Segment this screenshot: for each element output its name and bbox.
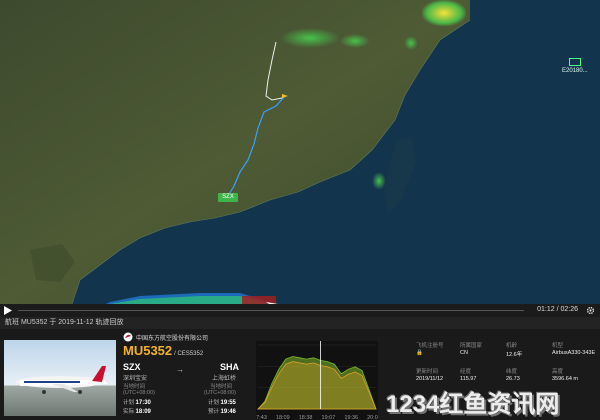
origin-actual-time: 18:09	[135, 409, 151, 415]
other-aircraft-label: E20180...	[562, 68, 588, 74]
aircraft-box-icon	[568, 58, 581, 66]
info-model-value: AirbusA330-343E	[552, 350, 596, 356]
playback-track[interactable]	[18, 310, 524, 311]
route-arrow: →	[176, 365, 184, 374]
origin-sched-label: 计划	[123, 400, 135, 406]
info-alt-label: 高度	[552, 369, 564, 375]
dest-local-label: 当地时间	[210, 384, 233, 390]
info-country-label: 所属国家	[460, 343, 483, 349]
play-icon[interactable]	[4, 306, 12, 315]
radar-cell	[340, 34, 370, 48]
info-lon: 经度 115.97	[460, 367, 476, 382]
page-title: 航班 MU5352 于 2019-11-12 轨迹回放	[5, 319, 124, 326]
info-lat-label: 纬度	[506, 369, 518, 375]
airline-label: 中国东方航空股份有限公司	[136, 335, 209, 342]
dest-name: 上海虹桥	[212, 376, 237, 382]
info-lon-label: 经度	[460, 369, 472, 375]
airport-tag-szx[interactable]: SZX	[218, 193, 238, 202]
info-lat-value: 26.73	[506, 376, 520, 382]
info-lat: 纬度 26.73	[506, 367, 520, 382]
flight-number-text: MU5352	[123, 343, 173, 358]
radar-cell	[280, 28, 340, 48]
playback-time: 01:12 / 02:26	[537, 306, 578, 313]
codeshare-text: / CES5352	[174, 351, 204, 357]
info-model: 机型 AirbusA330-343E	[552, 341, 598, 356]
altitude-speed-chart[interactable]: 17:43 18:09 18:38 19:07 19:36 20:06	[256, 341, 378, 420]
replay-header: 航班 MU5352 于 2019-11-12 轨迹回放	[0, 317, 600, 329]
info-age: 机龄 12.6年	[506, 341, 522, 358]
airline-logo-icon	[123, 332, 133, 342]
info-alt-value: 3596.64 m	[552, 376, 578, 382]
chart-x-tick: 19:07	[322, 415, 336, 420]
origin-sched: 计划 17:30	[123, 398, 151, 406]
origin-local-label: 当地时间	[123, 384, 146, 390]
gear-icon[interactable]	[586, 306, 595, 315]
dest-code: SHA	[220, 362, 240, 372]
info-country: 所属国家 CN	[460, 341, 482, 356]
radar-cell	[422, 0, 466, 26]
dest-tz: (UTC+08:00)	[204, 390, 236, 396]
chart-x-tick: 19:36	[344, 415, 358, 420]
info-reg-label: 飞机注册号	[416, 343, 444, 349]
origin-name: 深圳宝安	[123, 376, 148, 382]
playback-bar: 01:12 / 02:26	[0, 304, 600, 317]
lock-icon: 🔒	[416, 350, 423, 356]
origin-tz: (UTC+08:00)	[123, 390, 155, 396]
origin-sched-time: 17:30	[135, 400, 151, 406]
info-lon-value: 115.97	[460, 376, 477, 382]
airline-name: 中国东方航空股份有限公司	[123, 332, 208, 342]
origin-actual-label: 实际	[123, 409, 135, 415]
dest-sched: 计划 19:55	[208, 398, 236, 406]
chart-x-tick: 18:09	[276, 415, 290, 420]
chart-x-tick: 18:38	[299, 415, 313, 420]
other-aircraft-marker[interactable]: E20180...	[562, 58, 588, 74]
info-age-value: 12.6年	[506, 352, 523, 358]
info-model-label: 机型	[552, 343, 564, 349]
origin-code: SZX	[123, 362, 141, 372]
chart-x-tick: 20:06	[367, 415, 378, 420]
dest-actual-time: 19:46	[220, 409, 236, 415]
site-watermark: 1234红鱼资讯网	[386, 391, 560, 418]
info-alt: 高度 3596.64 m	[552, 367, 578, 382]
flight-number: MU5352/ CES5352	[123, 343, 203, 358]
aircraft-photo	[4, 340, 116, 416]
info-reg: 飞机注册号 🔒	[416, 341, 444, 356]
dest-sched-label: 计划	[208, 400, 220, 406]
info-updated-label: 更新时间	[416, 369, 439, 375]
dest-actual: 预计 19:46	[208, 407, 236, 415]
info-updated: 更新时间 2019/11/12	[416, 367, 443, 382]
info-age-label: 机龄	[506, 343, 518, 349]
info-country-value: CN	[460, 350, 468, 356]
dest-sched-time: 19:55	[220, 400, 236, 406]
dest-actual-label: 预计	[208, 409, 220, 415]
radar-cell	[404, 36, 418, 50]
info-updated-value: 2019/11/12	[416, 376, 444, 382]
flight-map[interactable]: SZX E20180...	[0, 0, 600, 304]
origin-actual: 实际 18:09	[123, 407, 151, 415]
chart-x-tick: 17:43	[256, 415, 267, 420]
radar-cell	[372, 172, 386, 190]
